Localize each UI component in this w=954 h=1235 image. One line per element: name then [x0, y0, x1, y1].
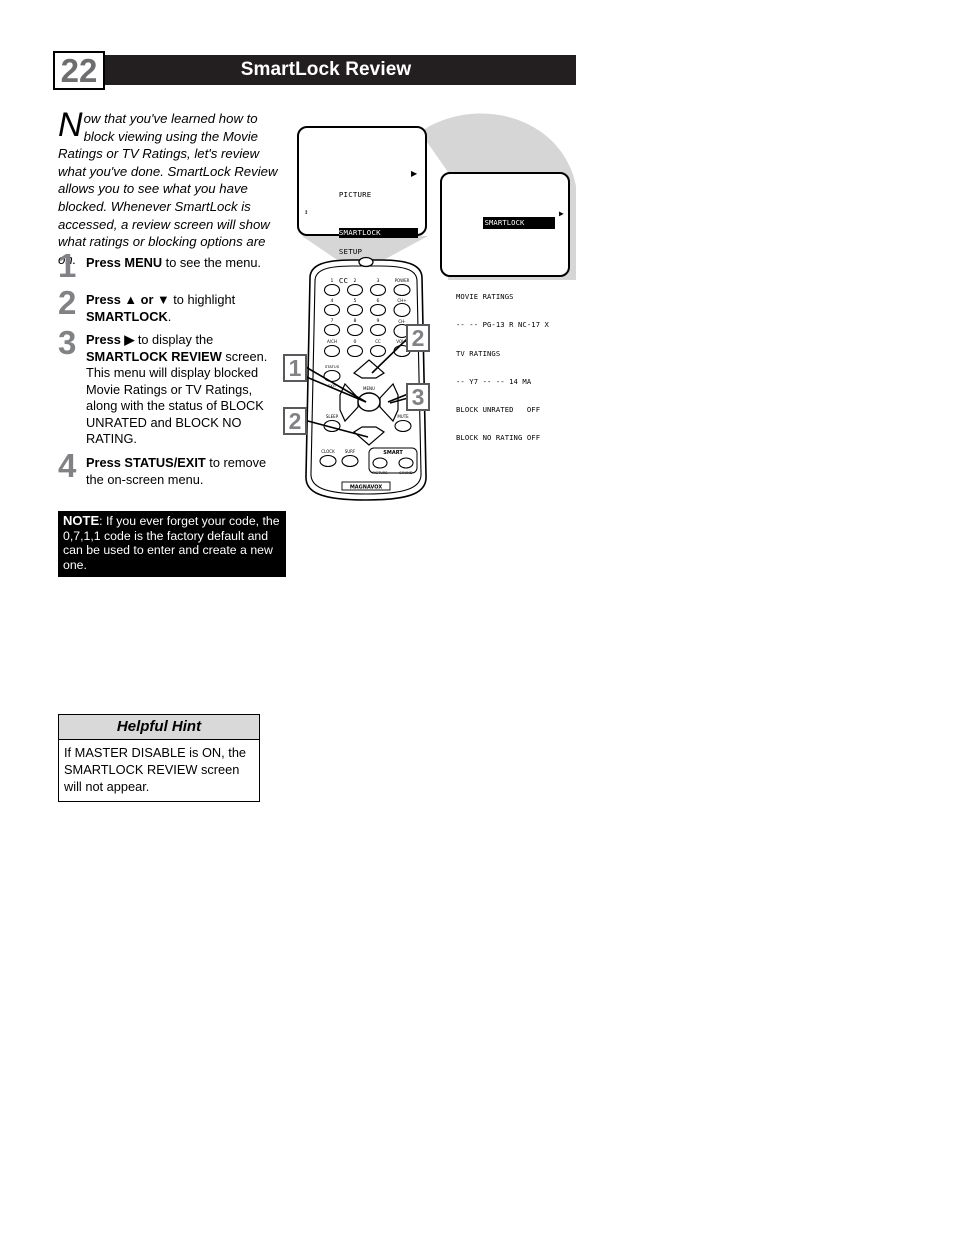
callout-number-1: 1	[283, 354, 307, 382]
callout-number-3: 3	[406, 383, 430, 411]
step-1-number: 1	[58, 247, 77, 284]
step-2-bold-1: Press ▲ or ▼	[86, 292, 170, 307]
helpful-hint-box: Helpful Hint If MASTER DISABLE is ON, th…	[58, 714, 260, 802]
osd-line-tv-rating-values: -- Y7 -- -- 14 MA	[456, 376, 532, 386]
osd-line-movie-ratings: MOVIE RATINGS	[456, 292, 514, 302]
intro-dropcap: N	[58, 106, 83, 144]
svg-text:0: 0	[354, 339, 357, 345]
intro-paragraph: Now that you've learned how to block vie…	[58, 106, 283, 268]
step-3: 3 Press ▶ to display the SMARTLOCK REVIE…	[58, 326, 286, 448]
tv-screen-menu: PICTURE ↕ SMARTLOCK SETUP CC ▶	[297, 126, 427, 285]
step-1-bold-1: Press MENU	[86, 255, 163, 270]
osd-line-block-unrated: BLOCK UNRATED OFF	[456, 404, 541, 414]
svg-text:4: 4	[331, 298, 334, 304]
step-1-rest-1: to see the menu.	[162, 255, 261, 270]
remote-smart-sound-button	[398, 457, 414, 469]
step-1-body: Press MENU to see the menu.	[86, 255, 286, 272]
svg-text:CC: CC	[375, 339, 381, 344]
osd-menu-item-cc[interactable]: CC	[311, 267, 418, 285]
osd-menu-item-smartlock[interactable]: ↕ SMARTLOCK	[304, 208, 418, 238]
osd-menu-item-setup-label: SETUP	[338, 247, 363, 257]
step-3-bold-2: SMARTLOCK REVIEW	[86, 348, 222, 364]
step-4-number: 4	[58, 447, 77, 484]
note-label: NOTE	[63, 513, 100, 528]
right-arrow-icon: ▶	[411, 169, 418, 178]
svg-text:A/CH: A/CH	[327, 339, 337, 344]
callout-number-2b: 2	[283, 407, 307, 435]
right-arrow-icon: ▶	[559, 208, 564, 218]
remote-smart-label: SMART	[383, 450, 403, 456]
svg-text:CH+: CH+	[397, 298, 406, 303]
svg-text:CH-: CH-	[398, 319, 406, 324]
note-box: NOTE: If you ever forget your code, the …	[58, 511, 286, 578]
remote-sleep-label: SLEEP	[326, 414, 339, 419]
osd-line-tv-ratings: TV RATINGS	[456, 348, 501, 358]
remote-surf-button	[341, 454, 359, 468]
step-3-rest-1: to display the	[134, 332, 214, 347]
step-3-body: Press ▶ to display the SMARTLOCK REVIEW …	[86, 332, 286, 448]
osd-menu-item-picture-label: PICTURE	[338, 189, 372, 199]
helpful-hint-heading: Helpful Hint	[59, 715, 259, 740]
step-2-body: Press ▲ or ▼ to highlight SMARTLOCK.	[86, 292, 286, 325]
osd-main-menu: PICTURE ↕ SMARTLOCK SETUP CC	[304, 161, 418, 295]
step-2-rest-2: .	[167, 308, 172, 324]
step-2-number: 2	[58, 284, 77, 321]
step-3-bold-1: Press ▶	[86, 332, 135, 347]
osd-line-movie-rating-values: -- -- PG-13 R NC-17 X	[456, 320, 549, 330]
osd-menu-item-picture[interactable]: PICTURE	[311, 180, 418, 199]
svg-text:5: 5	[354, 298, 357, 304]
page-title: SmartLock Review	[240, 59, 412, 80]
callout-number-2a: 2	[406, 324, 430, 352]
intro-text: ow that you've learned how to block view…	[58, 111, 278, 267]
svg-text:6: 6	[377, 298, 380, 304]
remote-smart-picture-label: PICTURE	[372, 471, 388, 475]
osd-smartlock-title: SMARTLOCK	[482, 217, 555, 229]
step-4-bold-1: Press STATUS/EXIT	[86, 455, 206, 470]
osd-menu-item-cc-label: CC	[338, 276, 349, 286]
helpful-hint-body: If MASTER DISABLE is ON, the SMARTLOCK R…	[64, 745, 247, 794]
remote-smart-sound-label: SOUND	[399, 471, 412, 475]
svg-text:9: 9	[377, 318, 380, 324]
page-number: 22	[53, 51, 105, 90]
step-2-rest-1: to highlight	[169, 292, 236, 307]
remote-mute-button	[394, 419, 412, 433]
osd-review-lines: MOVIE RATINGS -- -- PG-13 R NC-17 X TV R…	[456, 273, 555, 461]
remote-menu-label: MENU	[363, 386, 375, 391]
remote-brand-label: MAGNAVOX	[350, 485, 383, 491]
svg-text:7: 7	[331, 318, 334, 324]
remote-status-label: STATUS	[325, 364, 340, 369]
tv-screen-smartlock-review: SMARTLOCK ▶ MOVIE RATINGS -- -- PG-13 R …	[440, 172, 570, 442]
step-1: 1 Press MENU to see the menu.	[58, 249, 286, 282]
step-2: 2 Press ▲ or ▼ to highlight SMARTLOCK.	[58, 286, 286, 325]
osd-line-block-no-rating: BLOCK NO RATING OFF	[456, 433, 541, 443]
step-3-number: 3	[58, 324, 77, 361]
step-4-body: Press STATUS/EXIT to remove the on-scree…	[86, 455, 286, 488]
remote-clock-label: CLOCK	[321, 449, 335, 454]
step-4: 4 Press STATUS/EXIT to remove the on-scr…	[58, 449, 286, 488]
dpad-menu-center-button	[357, 392, 381, 412]
osd-menu-item-smartlock-label: SMARTLOCK	[338, 228, 418, 238]
remote-surf-label: SURF	[345, 449, 356, 454]
remote-clock-button	[319, 454, 337, 468]
step-2-bold-2: SMARTLOCK	[86, 308, 168, 324]
updown-caret-icon: ↕	[304, 207, 309, 216]
remote-mute-label: MUTE	[397, 414, 409, 419]
osd-smartlock-review: SMARTLOCK ▶ MOVIE RATINGS -- -- PG-13 R …	[456, 189, 564, 480]
osd-menu-item-setup[interactable]: SETUP	[311, 238, 418, 256]
svg-text:8: 8	[354, 318, 357, 324]
remote-smart-picture-button	[372, 457, 388, 469]
